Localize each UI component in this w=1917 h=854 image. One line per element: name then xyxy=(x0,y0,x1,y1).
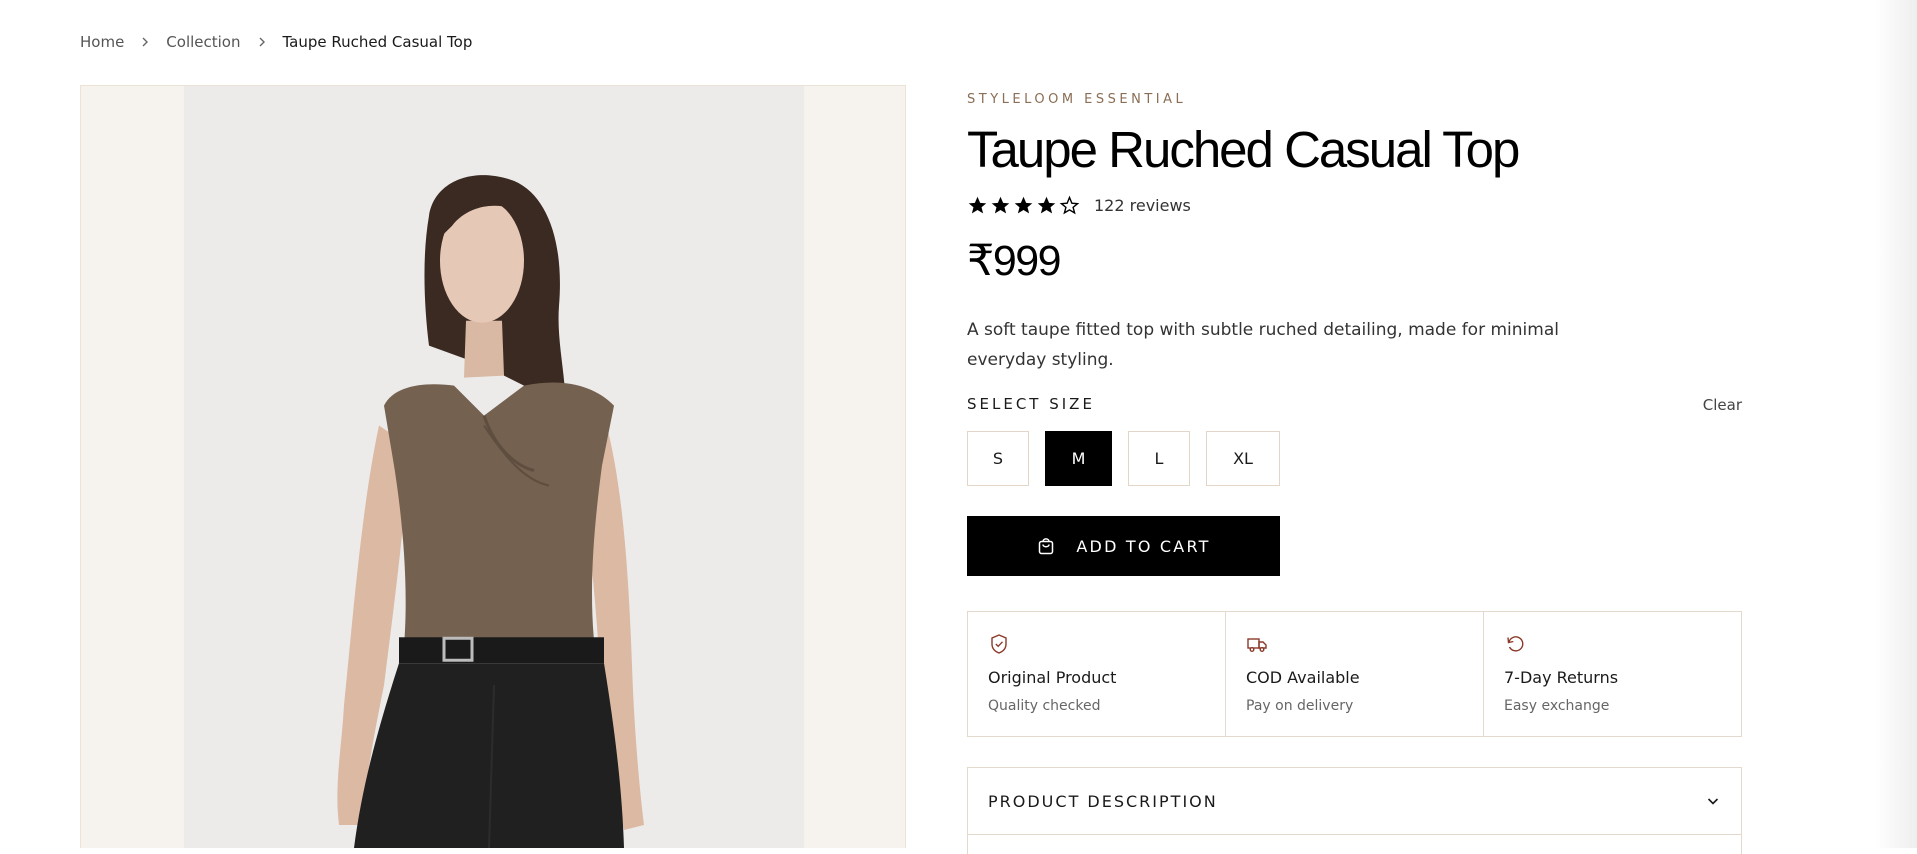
size-option-m[interactable]: M xyxy=(1045,431,1112,486)
feature-subtitle: Quality checked xyxy=(988,698,1101,714)
size-selector-label: SELECT SIZE xyxy=(967,395,1095,413)
feature-subtitle: Easy exchange xyxy=(1504,698,1610,714)
reviews-count-link[interactable]: 122 reviews xyxy=(1094,196,1191,215)
delivery-truck-icon xyxy=(1247,638,1267,652)
chevron-right-icon xyxy=(257,37,267,47)
return-arrow-icon xyxy=(1507,636,1524,652)
product-features: Original Product Quality checked COD Ava… xyxy=(967,611,1742,737)
product-price: ₹999 xyxy=(967,237,1062,285)
add-to-cart-button[interactable]: ADD TO CART xyxy=(967,516,1280,576)
feature-cod-available: COD Available Pay on delivery xyxy=(1226,612,1484,736)
accordion-title: PRODUCT DESCRIPTION xyxy=(988,791,1218,811)
star-filled-icon xyxy=(991,196,1010,214)
breadcrumb-current: Taupe Ruched Casual Top xyxy=(282,33,473,51)
product-short-description: A soft taupe fitted top with subtle ruch… xyxy=(967,320,1559,370)
feature-title: Original Product xyxy=(988,668,1117,687)
size-option-s[interactable]: S xyxy=(967,431,1029,486)
feature-original-product: Original Product Quality checked xyxy=(968,612,1226,736)
rating-row: 122 reviews xyxy=(967,195,1191,216)
page-edge-shadow xyxy=(1875,0,1917,848)
feature-7-day-returns: 7-Day Returns Easy exchange xyxy=(1484,612,1741,736)
product-image-gallery[interactable] xyxy=(80,85,906,848)
next-accordion-section[interactable] xyxy=(967,834,1742,854)
feature-title: COD Available xyxy=(1246,668,1360,687)
brand-name: STYLELOOM ESSENTIAL xyxy=(967,92,1187,107)
size-option-xl[interactable]: XL xyxy=(1206,431,1280,486)
clear-size-link[interactable]: Clear xyxy=(1703,396,1742,414)
star-filled-icon xyxy=(1037,196,1056,214)
star-filled-icon xyxy=(968,196,987,214)
star-rating xyxy=(967,195,1080,216)
feature-title: 7-Day Returns xyxy=(1504,668,1619,687)
product-description-accordion[interactable]: PRODUCT DESCRIPTION xyxy=(967,767,1742,835)
chevron-right-icon xyxy=(140,37,150,47)
add-to-cart-label: ADD TO CART xyxy=(1076,536,1211,556)
breadcrumb-collection-link[interactable]: Collection xyxy=(166,33,240,51)
size-option-l[interactable]: L xyxy=(1128,431,1190,486)
star-filled-icon xyxy=(1014,196,1033,214)
product-title: Taupe Ruched Casual Top xyxy=(967,121,1520,178)
feature-subtitle: Pay on delivery xyxy=(1246,698,1354,714)
shield-check-icon xyxy=(991,634,1007,654)
shopping-bag-icon xyxy=(1039,538,1054,555)
product-photo xyxy=(184,86,804,848)
chevron-down-icon xyxy=(1707,798,1719,805)
size-options: S M L XL xyxy=(967,431,1280,486)
breadcrumb-home-link[interactable]: Home xyxy=(80,33,124,51)
breadcrumb: Home Collection Taupe Ruched Casual Top xyxy=(80,33,472,51)
star-empty-icon xyxy=(1059,195,1080,215)
